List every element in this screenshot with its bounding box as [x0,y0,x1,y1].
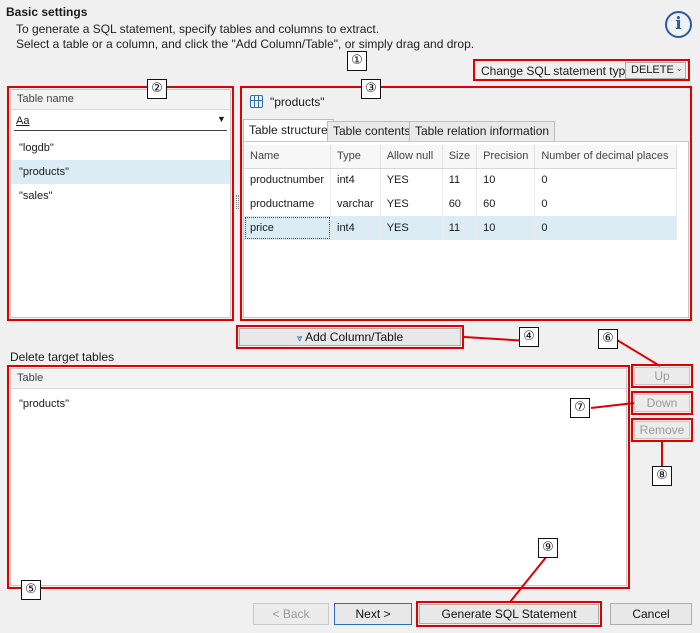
filter-case-text: Aa [16,115,30,127]
table-filter-dropdown[interactable]: Aa ▼ [14,112,227,131]
callout-7: ⑦ [570,398,590,418]
table-list-item[interactable]: "sales" [11,184,230,208]
table-row[interactable]: price int4 YES 11 10 0 [244,216,678,240]
table-row[interactable]: productname varchar YES 60 60 0 [244,192,678,216]
structure-grid: Name Type Allow null Size Precision Numb… [244,145,678,240]
table-list-header: Table name [11,90,230,110]
add-button-label: Add Column/Table [305,330,404,344]
cell-type: int4 [330,168,381,192]
cell-allow-null: YES [380,216,443,240]
cell-decimal-places: 0 [534,216,678,240]
instruction-line-1: To generate a SQL statement, specify tab… [16,22,380,36]
table-list-panel: Table name Aa ▼ "logdb" "products" "sale… [10,89,231,318]
generate-sql-button[interactable]: Generate SQL Statement [419,604,599,624]
cell-size: 60 [442,192,478,216]
section-title: Basic settings [6,5,88,19]
tab-table-relation[interactable]: Table relation information [409,121,556,141]
cell-decimal-places: 0 [534,192,678,216]
table-row[interactable]: productnumber int4 YES 11 10 0 [244,168,678,192]
remove-button[interactable]: Remove [634,421,690,439]
cell-name: productname [244,192,331,216]
table-list-item[interactable]: "logdb" [11,136,230,160]
cell-type: varchar [330,192,381,216]
cell-allow-null: YES [380,168,443,192]
detail-title: "products" [270,95,325,109]
delete-targets-header: Table [11,369,626,389]
structure-grid-panel: Name Type Allow null Size Precision Numb… [243,141,689,318]
callout-1: ① [347,51,367,71]
tab-table-contents[interactable]: Table contents [327,121,417,141]
sql-type-label: Change SQL statement type: [481,64,636,78]
list-item[interactable]: "products" [11,392,69,416]
down-button[interactable]: Down [634,394,690,412]
col-header-name[interactable]: Name [244,145,331,169]
sql-type-box: Change SQL statement type: DELETE ⌄ [473,59,690,81]
up-button[interactable]: Up [634,367,690,385]
add-column-table-button[interactable]: ⩔ Add Column/Table [239,328,461,346]
splitter-handle[interactable] [236,195,239,209]
caret-down-icon: ▼ [217,114,226,124]
cell-name: price [244,216,331,240]
cell-decimal-places: 0 [534,168,678,192]
delete-targets-panel: Table "products" [10,368,627,586]
callout-6: ⑥ [598,329,618,349]
callout-3: ③ [361,79,381,99]
chevron-down-icon: ⌄ [676,64,683,73]
cell-name: productnumber [244,168,331,192]
table-list-item[interactable]: "products" [11,160,230,184]
col-header-decimal-places[interactable]: Number of decimal places [534,145,678,169]
cell-allow-null: YES [380,192,443,216]
instruction-line-2: Select a table or a column, and click th… [16,37,475,51]
cell-precision: 60 [476,192,536,216]
col-header-allow-null[interactable]: Allow null [380,145,443,169]
table-list: "logdb" "products" "sales" [11,136,230,208]
callout-2: ② [147,79,167,99]
next-button[interactable]: Next > [334,603,412,625]
info-icon[interactable]: i [665,11,692,38]
tab-table-structure[interactable]: Table structure [243,119,334,141]
back-button[interactable]: < Back [253,603,329,625]
cancel-button[interactable]: Cancel [610,603,692,625]
cell-size: 11 [442,216,478,240]
callout-5: ⑤ [21,580,41,600]
grid-header-row: Name Type Allow null Size Precision Numb… [244,145,678,169]
sql-type-select[interactable]: DELETE ⌄ [625,62,686,79]
cell-type: int4 [330,216,381,240]
cell-precision: 10 [476,216,536,240]
cell-size: 11 [442,168,478,192]
double-chevron-down-icon: ⩔ [296,333,303,344]
col-header-precision[interactable]: Precision [476,145,536,169]
col-header-size[interactable]: Size [442,145,478,169]
callout-4: ④ [519,327,539,347]
sql-type-value: DELETE [631,64,674,76]
callout-9: ⑨ [538,538,558,558]
table-icon [250,95,263,108]
delete-targets-label: Delete target tables [10,350,115,364]
callout-8: ⑧ [652,466,672,486]
col-header-type[interactable]: Type [330,145,381,169]
cell-precision: 10 [476,168,536,192]
